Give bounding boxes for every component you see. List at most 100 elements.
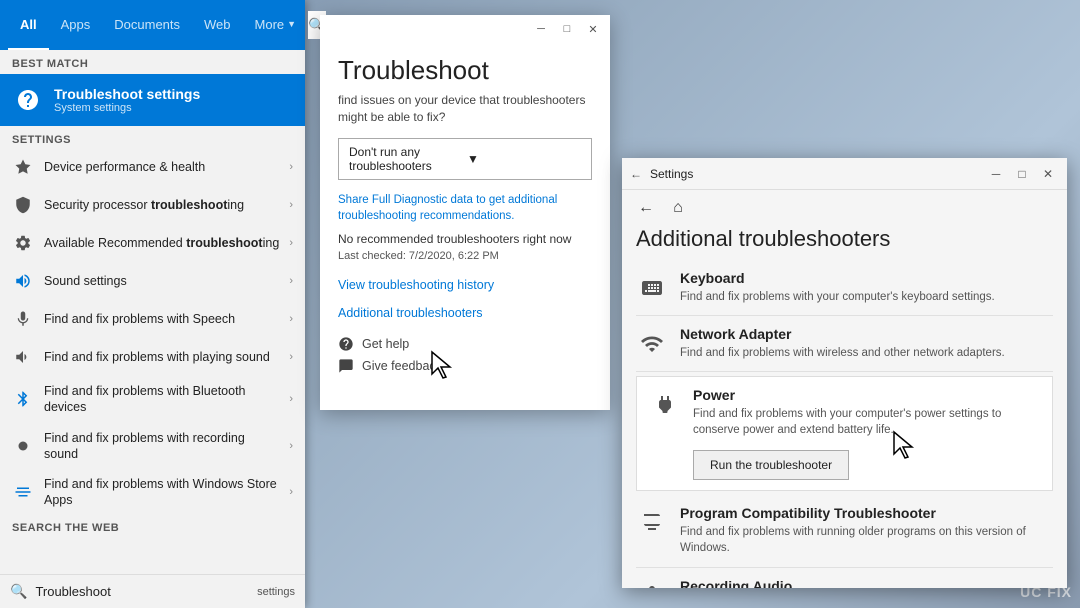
list-item[interactable]: Device performance & health ›	[0, 148, 305, 186]
list-item: Recording Audio Find and fix problems wi…	[636, 568, 1053, 588]
tab-apps[interactable]: Apps	[49, 0, 103, 50]
program-compat-title: Program Compatibility Troubleshooter	[680, 505, 1053, 521]
ts-desc: find issues on your device that troubles…	[338, 92, 592, 126]
program-compat-icon	[636, 507, 668, 539]
ts-dropdown[interactable]: Don't run any troubleshooters ▼	[338, 138, 592, 180]
chevron-right-icon: ›	[289, 237, 293, 249]
chevron-right-icon: ›	[289, 161, 293, 173]
best-match-item[interactable]: Troubleshoot settings System settings	[0, 74, 305, 126]
list-item: Network Adapter Find and fix problems wi…	[636, 316, 1053, 372]
list-item[interactable]: Find and fix problems with Windows Store…	[0, 469, 305, 516]
network-adapter-title: Network Adapter	[680, 326, 1053, 342]
tab-documents[interactable]: Documents	[102, 0, 192, 50]
sound-icon	[12, 346, 34, 368]
recording-audio-title: Recording Audio	[680, 578, 1053, 588]
at-titlebar-btns: ─ □ ✕	[985, 163, 1059, 185]
at-back-icon: ←	[630, 167, 642, 181]
recording-text: Find and fix problems with recording sou…	[44, 430, 279, 463]
playing-sound-text: Find and fix problems with playing sound	[44, 349, 279, 365]
bluetooth-text: Find and fix problems with Bluetooth dev…	[44, 383, 279, 416]
give-feedback-link[interactable]: Give feedback	[338, 358, 592, 374]
list-item[interactable]: Security processor troubleshooting ›	[0, 186, 305, 224]
chevron-down-icon: ▼	[467, 152, 581, 166]
tab-all[interactable]: All	[8, 0, 49, 50]
at-minimize-button[interactable]: ─	[985, 163, 1007, 185]
search-box-area: 🔍 settings	[0, 574, 305, 608]
minimize-button[interactable]: ─	[532, 20, 550, 38]
list-item[interactable]: Find and fix problems with Bluetooth dev…	[0, 376, 305, 423]
power-icon	[649, 389, 681, 421]
tab-more[interactable]: More ▼	[243, 0, 309, 50]
list-item[interactable]: Sound settings ›	[0, 262, 305, 300]
at-titlebar-title: Settings	[646, 167, 985, 181]
speech-icon	[12, 308, 34, 330]
best-match-title: Troubleshoot settings	[54, 86, 293, 102]
view-history-link[interactable]: View troubleshooting history	[338, 278, 494, 292]
get-help-label: Get help	[362, 337, 409, 351]
web-section-label: Search the web	[0, 516, 305, 536]
security-processor-icon	[12, 194, 34, 216]
at-page-title: Additional troubleshooters	[622, 226, 1067, 260]
ts-titlebar: ─ □ ✕	[320, 15, 610, 43]
list-item[interactable]: Find and fix problems with playing sound…	[0, 338, 305, 376]
chevron-right-icon: ›	[289, 440, 293, 452]
search-results-panel: Best match Troubleshoot settings System …	[0, 50, 305, 574]
network-adapter-desc: Find and fix problems with wireless and …	[680, 345, 1053, 361]
keyboard-icon	[636, 272, 668, 304]
recording-audio-icon	[636, 580, 668, 588]
at-close-button[interactable]: ✕	[1037, 163, 1059, 185]
additional-troubleshooters-window: ← Settings ─ □ ✕ ← ⌂ Additional troubles…	[622, 158, 1067, 588]
run-troubleshooter-button[interactable]: Run the troubleshooter	[693, 450, 849, 480]
power-desc: Find and fix problems with your computer…	[693, 406, 1040, 438]
back-button[interactable]: ←	[634, 196, 658, 220]
ts-title: Troubleshoot	[338, 55, 592, 86]
get-help-link[interactable]: Get help	[338, 336, 592, 352]
store-apps-text: Find and fix problems with Windows Store…	[44, 476, 279, 509]
chevron-right-icon: ›	[289, 486, 293, 498]
network-adapter-icon	[636, 328, 668, 360]
chevron-right-icon: ›	[289, 351, 293, 363]
speech-text: Find and fix problems with Speech	[44, 311, 279, 327]
device-health-text: Device performance & health	[44, 159, 279, 175]
list-item: Keyboard Find and fix problems with your…	[636, 260, 1053, 316]
best-match-icon	[12, 84, 44, 116]
give-feedback-label: Give feedback	[362, 359, 442, 373]
additional-troubleshooters-link[interactable]: Additional troubleshooters	[338, 306, 483, 320]
security-processor-text: Security processor troubleshooting	[44, 197, 279, 213]
chevron-right-icon: ›	[289, 393, 293, 405]
list-item: Program Compatibility Troubleshooter Fin…	[636, 495, 1053, 567]
ts-bottom-links: Get help Give feedback	[338, 336, 592, 374]
at-nav: ← ⌂	[622, 190, 1067, 226]
sound-settings-text: Sound settings	[44, 273, 279, 289]
list-item[interactable]: Available Recommended troubleshooting ›	[0, 224, 305, 262]
best-match-subtitle: System settings	[54, 102, 293, 114]
close-button[interactable]: ✕	[584, 20, 602, 38]
chevron-right-icon: ›	[289, 275, 293, 287]
home-button[interactable]: ⌂	[666, 196, 690, 220]
ts-last-checked: Last checked: 7/2/2020, 6:22 PM	[338, 250, 592, 262]
search-input[interactable]	[35, 584, 249, 599]
best-match-label: Best match	[0, 50, 305, 74]
recording-icon	[12, 435, 34, 457]
store-apps-icon	[12, 481, 34, 503]
ts-dropdown-value: Don't run any troubleshooters	[349, 145, 463, 173]
ts-content: Troubleshoot find issues on your device …	[320, 43, 610, 410]
at-content: Keyboard Find and fix problems with your…	[622, 260, 1067, 588]
keyboard-title: Keyboard	[680, 270, 1053, 286]
sound-settings-icon	[12, 270, 34, 292]
ts-share-text: Share Full Diagnostic data to get additi…	[338, 192, 592, 224]
settings-section-label: Settings	[0, 126, 305, 148]
device-health-icon	[12, 156, 34, 178]
list-item[interactable]: Find and fix problems with recording sou…	[0, 423, 305, 470]
power-title: Power	[693, 387, 1040, 403]
available-rec-text: Available Recommended troubleshooting	[44, 235, 279, 251]
list-item[interactable]: Find and fix problems with Speech ›	[0, 300, 305, 338]
at-restore-button[interactable]: □	[1011, 163, 1033, 185]
keyboard-desc: Find and fix problems with your computer…	[680, 289, 1053, 305]
search-tabs: All Apps Documents Web More ▼ 🔍	[0, 0, 305, 50]
ts-no-rec: No recommended troubleshooters right now	[338, 232, 592, 246]
search-icon-sm: 🔍	[10, 583, 27, 600]
maximize-button[interactable]: □	[558, 20, 576, 38]
tab-web[interactable]: Web	[192, 0, 243, 50]
program-compat-desc: Find and fix problems with running older…	[680, 524, 1053, 556]
